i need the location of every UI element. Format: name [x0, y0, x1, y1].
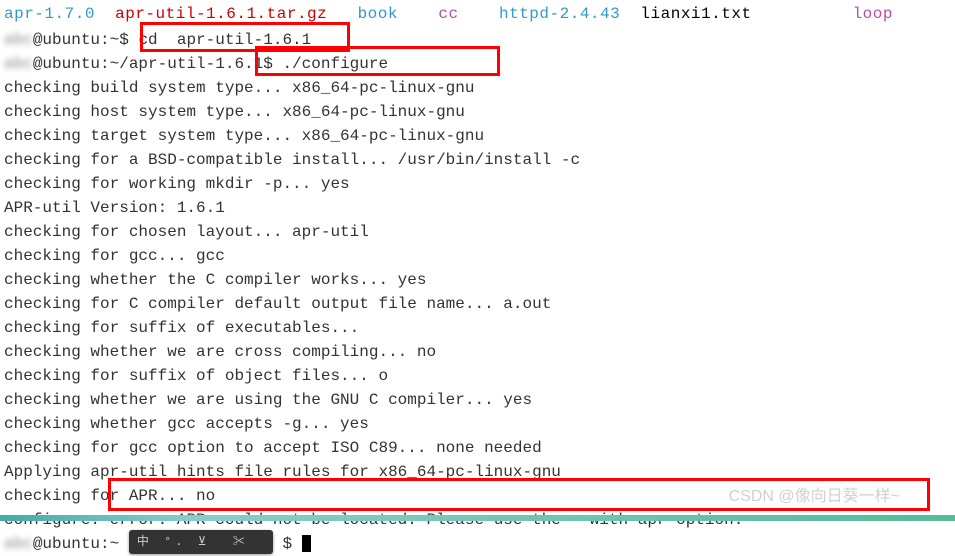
- file-book: book: [358, 5, 398, 23]
- output-line: checking for suffix of object files... o: [4, 364, 955, 388]
- output-line: checking whether the C compiler works...…: [4, 268, 955, 292]
- output-line: Applying apr-util hints file rules for x…: [4, 460, 955, 484]
- output-line: checking for a BSD-compatible install...…: [4, 148, 955, 172]
- output-line: checking for suffix of executables...: [4, 316, 955, 340]
- prompt2-host: @ubuntu:~/apr-util-1.6.1$: [33, 55, 273, 73]
- file-lianxi: lianxi1.txt: [640, 5, 751, 23]
- file-apr-util-tar: apr-util-1.6.1.tar.gz: [115, 5, 327, 23]
- output-line: checking for chosen layout... apr-util: [4, 220, 955, 244]
- output-line: checking build system type... x86_64-pc-…: [4, 76, 955, 100]
- prompt-line-1[interactable]: abc@ubuntu:~$ cd apr-util-1.6.1: [4, 28, 955, 52]
- file-httpd: httpd-2.4.43: [499, 5, 620, 23]
- prompt-line-3[interactable]: abc@ubuntu:~ 中 °. ⊻ ✂ $: [4, 532, 955, 556]
- output-line: checking for gcc option to accept ISO C8…: [4, 436, 955, 460]
- output-line: checking target system type... x86_64-pc…: [4, 124, 955, 148]
- blurred-user-3: abc: [4, 532, 33, 556]
- output-line: APR-util Version: 1.6.1: [4, 196, 955, 220]
- file-loop: loop: [853, 5, 893, 23]
- ime-toolbar[interactable]: 中 °. ⊻ ✂: [129, 530, 273, 554]
- output-line: checking for C compiler default output f…: [4, 292, 955, 316]
- prompt3-suffix: $: [282, 535, 301, 553]
- cmd-configure: ./configure: [273, 55, 388, 73]
- watermark: CSDN @像向日葵一样~: [729, 485, 900, 509]
- output-line: checking whether we are cross compiling.…: [4, 340, 955, 364]
- prompt3-host: @ubuntu:~: [33, 535, 119, 553]
- output-line: checking whether we are using the GNU C …: [4, 388, 955, 412]
- output-line: checking for working mkdir -p... yes: [4, 172, 955, 196]
- cmd-cd: cd apr-util-1.6.1: [138, 31, 311, 49]
- prompt1-host: @ubuntu:~$: [33, 31, 139, 49]
- output-line: checking for gcc... gcc: [4, 244, 955, 268]
- file-cc: cc: [438, 5, 458, 23]
- prompt-line-2[interactable]: abc@ubuntu:~/apr-util-1.6.1$ ./configure: [4, 52, 955, 76]
- output-line: checking whether gcc accepts -g... yes: [4, 412, 955, 436]
- cursor: [302, 535, 311, 552]
- output-line: checking host system type... x86_64-pc-l…: [4, 100, 955, 124]
- file-apr: apr-1.7.0: [4, 5, 95, 23]
- window-bottom-bar: [0, 515, 955, 521]
- file-listing-row: apr-1.7.0 apr-util-1.6.1.tar.gz book cc …: [4, 0, 955, 28]
- blurred-user-2: abc: [4, 52, 33, 76]
- blurred-user: abc: [4, 28, 33, 52]
